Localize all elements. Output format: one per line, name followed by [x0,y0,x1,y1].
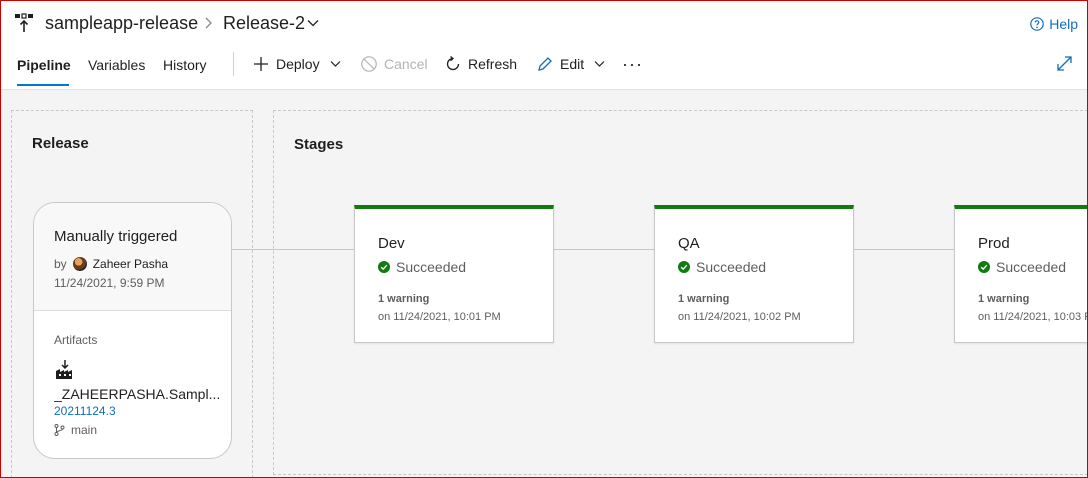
stage-card-dev[interactable]: Dev Succeeded 1 warning on 11/24/2021, 1… [354,205,554,343]
stage-status-label: Succeeded [396,259,467,275]
stage-card-qa[interactable]: QA Succeeded 1 warning on 11/24/2021, 10… [654,205,854,343]
chevron-down-icon [330,61,341,67]
success-check-icon [378,261,390,273]
build-artifact-icon [56,360,72,379]
plus-icon [254,57,268,71]
edit-button[interactable]: Edit [536,55,605,73]
tab-pipeline[interactable]: Pipeline [17,57,71,73]
stage-status: Succeeded [378,259,466,275]
stage-card-prod[interactable]: Prod Succeeded 1 warning on 11/24/2021, … [954,205,1088,343]
stage-time: on 11/24/2021, 10:03 PM [978,311,1088,323]
refresh-icon [446,55,460,71]
toolbar-divider [233,52,234,76]
branch-icon [54,424,65,436]
breadcrumb-pipeline[interactable]: sampleapp-release [45,13,198,34]
stage-name: Prod [978,235,1010,252]
stage-warning[interactable]: 1 warning [678,293,729,305]
stage-connector [853,249,955,250]
branch-info: main [54,423,97,437]
help-link[interactable]: Help [1030,16,1078,32]
success-check-icon [978,261,990,273]
success-check-icon [678,261,690,273]
cancel-icon [361,56,377,72]
cancel-button[interactable]: Cancel [360,55,428,73]
deploy-button[interactable]: Deploy [252,55,341,73]
release-section-title: Release [32,135,89,152]
stage-warning[interactable]: 1 warning [978,293,1029,305]
stage-time: on 11/24/2021, 10:01 PM [378,311,501,323]
artifact-name[interactable]: _ZAHEERPASHA.Sampl... [54,386,224,402]
refresh-button[interactable]: Refresh [444,55,517,73]
stage-status: Succeeded [978,259,1066,275]
triggered-by: by Zaheer Pasha [54,257,168,271]
deploy-label: Deploy [276,56,320,72]
user-name: Zaheer Pasha [92,257,169,271]
stages-section-title: Stages [294,136,344,153]
chevron-down-icon [594,61,605,67]
breadcrumb-release[interactable]: Release-2 [223,13,305,34]
stage-warning[interactable]: 1 warning [378,293,429,305]
stage-name: Dev [378,235,405,252]
avatar [72,257,87,271]
build-number-link[interactable]: 20211124.3 [54,404,116,418]
release-card[interactable]: Manually triggered by Zaheer Pasha 11/24… [33,202,232,459]
tab-variables[interactable]: Variables [88,57,145,73]
stage-connector [553,249,655,250]
stage-name: QA [678,235,700,252]
cancel-label: Cancel [384,56,428,72]
stage-status: Succeeded [678,259,766,275]
stage-status-label: Succeeded [996,259,1067,275]
page-header: sampleapp-release Release-2 Help Pipelin… [0,0,1088,90]
stage-status-label: Succeeded [696,259,767,275]
artifacts-label: Artifacts [54,333,98,347]
chevron-down-icon[interactable] [307,19,319,27]
help-icon [1030,17,1045,31]
more-actions-button[interactable]: ··· [622,54,643,75]
release-pipeline-icon [15,13,33,32]
expand-icon[interactable] [1056,55,1073,72]
edit-label: Edit [560,56,585,72]
refresh-label: Refresh [468,56,518,72]
breadcrumb-separator-icon [205,17,212,29]
help-label: Help [1049,16,1078,32]
tab-history[interactable]: History [163,57,207,73]
branch-name: main [71,423,98,437]
pencil-icon [538,57,552,71]
stage-time: on 11/24/2021, 10:02 PM [678,311,801,323]
release-date: 11/24/2021, 9:59 PM [54,276,165,290]
by-prefix: by [54,257,67,271]
active-tab-indicator [17,84,69,86]
trigger-label: Manually triggered [54,228,178,245]
